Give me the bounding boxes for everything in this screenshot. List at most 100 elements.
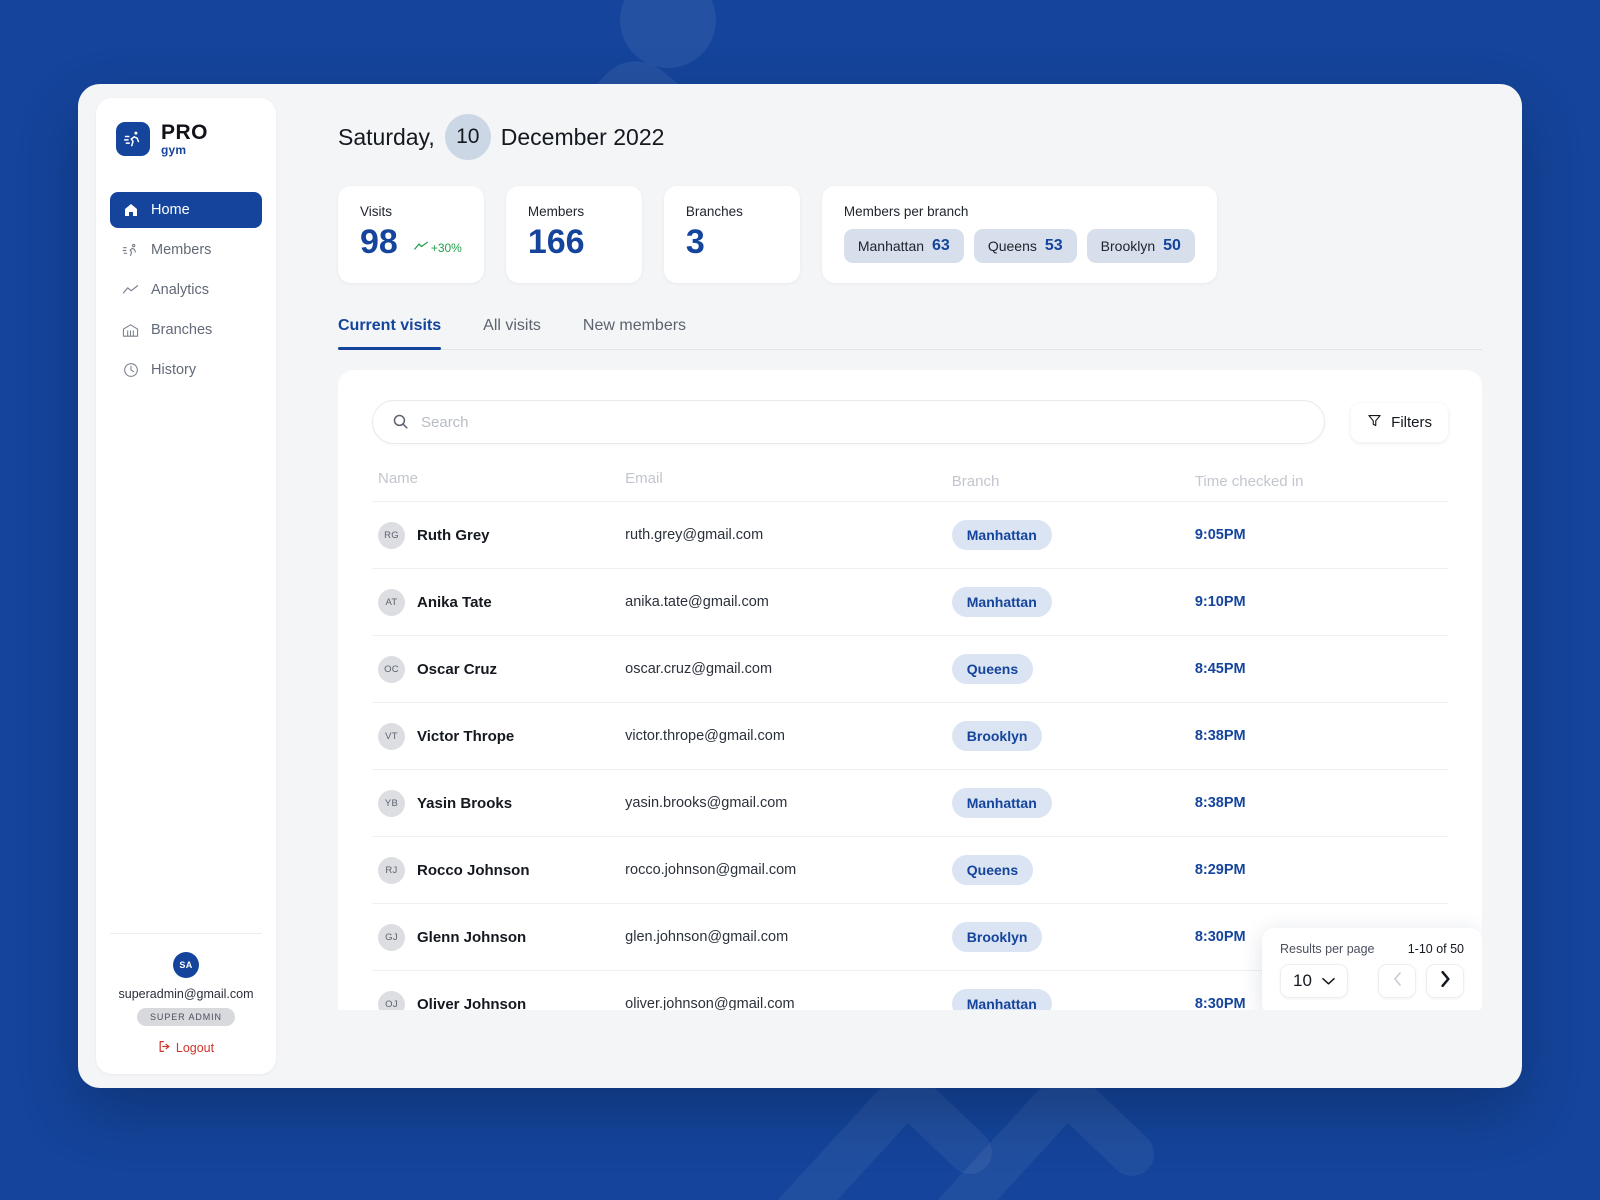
pagination: Results per page 1-10 of 50 10 <box>1262 928 1482 1010</box>
sidebar-item-label: Analytics <box>151 282 210 298</box>
tab-new-members[interactable]: New members <box>583 317 686 349</box>
tab-bar: Current visits All visits New members <box>338 317 1482 350</box>
stat-delta: +30% <box>414 241 462 259</box>
avatar: GJ <box>378 923 405 951</box>
cell-name: AT Anika Tate <box>372 568 626 636</box>
sidebar-item-analytics[interactable]: Analytics <box>110 272 262 308</box>
branch-pill-count: 53 <box>1044 237 1063 254</box>
chevron-right-icon <box>1440 970 1451 992</box>
brand-name: PRO <box>161 121 209 144</box>
tab-all-visits[interactable]: All visits <box>483 317 541 349</box>
branch-tag: Queens <box>951 654 1034 684</box>
brand-sub: gym <box>161 143 187 157</box>
avatar: VT <box>378 722 405 750</box>
cell-email: anika.tate@gmail.com <box>625 568 952 636</box>
avatar: OJ <box>378 990 405 1010</box>
table-head: Name Email Branch Time checked in <box>372 470 1448 502</box>
cell-time: 8:38PM <box>1194 769 1448 837</box>
page-title: Saturday, 10 December 2022 <box>338 114 1482 160</box>
cell-name: VT Victor Thrope <box>372 702 626 770</box>
column-header-branch: Branch <box>951 473 1000 490</box>
branch-tag: Queens <box>951 855 1034 885</box>
filters-button[interactable]: Filters <box>1351 402 1448 442</box>
trend-up-icon <box>414 241 429 255</box>
stat-card-members: Members 166 <box>505 186 642 283</box>
table-header-row: Name Email Branch Time checked in <box>372 470 1448 502</box>
sidebar-item-members[interactable]: Members <box>110 232 262 268</box>
date-weekday: Saturday, <box>338 123 435 150</box>
branch-tag: Manhattan <box>951 520 1052 550</box>
stat-value: 98 <box>360 223 398 261</box>
member-name: Rocco Johnson <box>417 861 530 879</box>
branch-pill-brooklyn[interactable]: Brooklyn 50 <box>1086 229 1195 263</box>
stat-delta-value: +30% <box>430 241 462 255</box>
sidebar-item-history[interactable]: History <box>110 352 262 388</box>
member-name: Ruth Grey <box>417 526 490 544</box>
logout-icon <box>158 1040 171 1056</box>
table-row[interactable]: OC Oscar Cruz oscar.cruz@gmail.com Queen… <box>372 635 1448 703</box>
logout-button[interactable]: Logout <box>116 1040 256 1056</box>
sidebar: PRO gym Home Members Analytics Branches … <box>78 84 290 1088</box>
member-name: Oscar Cruz <box>417 660 498 678</box>
clock-icon <box>122 362 139 379</box>
cell-name: RG Ruth Grey <box>372 501 626 569</box>
cell-email: oscar.cruz@gmail.com <box>625 635 952 703</box>
sidebar-item-label: History <box>151 362 197 378</box>
member-name: Oliver Johnson <box>417 995 527 1011</box>
table-row[interactable]: RJ Rocco Johnson rocco.johnson@gmail.com… <box>372 836 1448 904</box>
next-page-button[interactable] <box>1426 964 1464 998</box>
branch-pill-manhattan[interactable]: Manhattan 63 <box>843 229 964 263</box>
cell-time: 8:29PM <box>1194 836 1448 904</box>
members-per-branch-card: Members per branch Manhattan 63 Queens 5… <box>821 186 1217 283</box>
avatar: RJ <box>378 856 405 884</box>
stats-row: Visits 98 +30% Members 166 Branches 3 Me… <box>338 186 1482 283</box>
branch-pill-queens[interactable]: Queens 53 <box>973 229 1077 263</box>
cell-branch: Manhattan <box>951 501 1195 569</box>
table-row[interactable]: VT Victor Thrope victor.thrope@gmail.com… <box>372 702 1448 770</box>
brand-logo[interactable]: PRO gym <box>110 118 262 156</box>
search-input[interactable] <box>372 400 1326 444</box>
member-name: Glenn Johnson <box>417 928 527 946</box>
results-per-page-select[interactable]: 10 <box>1280 964 1348 998</box>
member-name: Yasin Brooks <box>417 794 513 812</box>
user-email: superadmin@gmail.com <box>118 987 254 1001</box>
avatar: SA <box>173 952 199 978</box>
sidebar-item-label: Branches <box>151 322 213 338</box>
sidebar-card: PRO gym Home Members Analytics Branches … <box>96 98 276 1074</box>
search-wrapper <box>372 400 1326 444</box>
stat-label: Visits <box>360 204 393 219</box>
avatar: YB <box>378 789 405 817</box>
filters-label: Filters <box>1391 413 1432 431</box>
stat-label: Branches <box>685 204 743 219</box>
date-day: 10 <box>444 114 491 160</box>
runner-icon <box>116 122 150 156</box>
branch-tag: Brooklyn <box>951 922 1043 952</box>
cell-email: yasin.brooks@gmail.com <box>625 769 952 837</box>
results-range: 1-10 of 50 <box>1407 942 1464 956</box>
table-row[interactable]: AT Anika Tate anika.tate@gmail.com Manha… <box>372 568 1448 636</box>
results-per-page-value: 10 <box>1293 971 1312 990</box>
branch-tag: Brooklyn <box>951 721 1043 751</box>
branch-tag: Manhattan <box>951 989 1052 1010</box>
cell-branch: Brooklyn <box>951 702 1195 770</box>
visits-panel: Filters Name Email Branch Time checked i… <box>338 370 1482 1010</box>
table-toolbar: Filters <box>372 400 1448 444</box>
column-header-name: Name <box>378 470 419 487</box>
tab-current-visits[interactable]: Current visits <box>338 317 442 350</box>
sidebar-item-home[interactable]: Home <box>110 192 262 228</box>
prev-page-button[interactable] <box>1378 964 1416 998</box>
branch-pill-count: 50 <box>1163 237 1181 254</box>
building-icon <box>122 322 139 339</box>
sidebar-item-branches[interactable]: Branches <box>110 312 262 348</box>
branch-pill-label: Queens <box>987 238 1037 254</box>
table-row[interactable]: RG Ruth Grey ruth.grey@gmail.com Manhatt… <box>372 501 1448 569</box>
branch-pill-list: Manhattan 63 Queens 53 Brooklyn 50 <box>843 229 1195 263</box>
stat-value: 3 <box>685 223 705 261</box>
app-window: PRO gym Home Members Analytics Branches … <box>78 84 1522 1088</box>
stat-card-visits: Visits 98 +30% <box>338 186 484 283</box>
table-row[interactable]: YB Yasin Brooks yasin.brooks@gmail.com M… <box>372 769 1448 837</box>
date-month-year: December 2022 <box>500 123 665 150</box>
cell-email: rocco.johnson@gmail.com <box>625 836 952 904</box>
home-icon <box>122 202 139 219</box>
